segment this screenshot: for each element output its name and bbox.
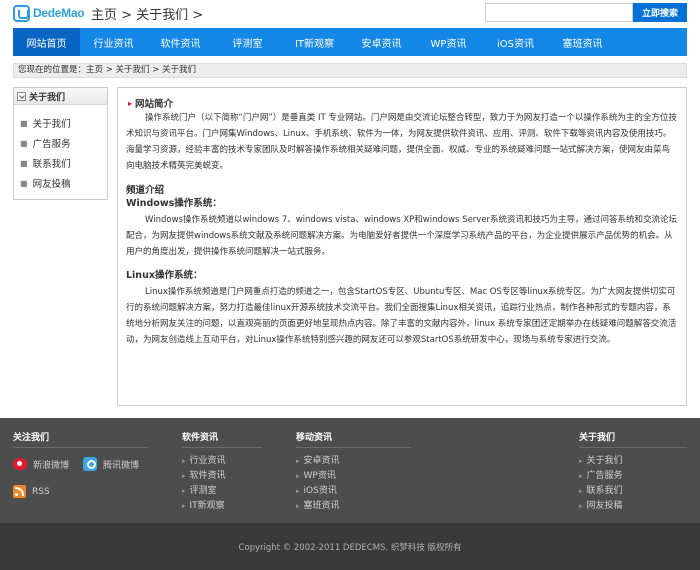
rss-link[interactable]: RSS	[13, 485, 148, 498]
footer-link[interactable]: ▸ WP资讯	[296, 469, 411, 484]
footer-link[interactable]: ▸ iOS资讯	[296, 484, 411, 499]
nav-item-review[interactable]: 评测室	[214, 28, 281, 56]
bullet-icon: ■	[20, 178, 28, 188]
sidebar-item-contact[interactable]: ■ 联系我们	[14, 153, 107, 173]
footer-mobile-title: 移动资讯	[296, 430, 411, 448]
bullet-icon: ■	[20, 138, 28, 148]
intro-paragraph: 操作系统门户（以下简称“门户网”）是垂直类 IT 专业网站。门户网是由交流论坛整…	[126, 113, 677, 171]
footer-about-title: 关于我们	[579, 430, 687, 448]
windows-heading: Windows操作系统：	[126, 198, 222, 209]
footer-link[interactable]: ▸ 行业资讯	[182, 454, 262, 469]
sidebar-item-label: 关于我们	[32, 119, 71, 130]
chevron-right-icon: ▸	[579, 472, 583, 480]
footer-link[interactable]: ▸ 关于我们	[579, 454, 687, 469]
weibo-icon	[13, 458, 27, 470]
nav-item-industry[interactable]: 行业资讯	[80, 28, 147, 56]
sidebar-item-submit[interactable]: ■ 网友投稿	[14, 173, 107, 193]
sidebar-list: ■ 关于我们 ■ 广告服务 ■ 联系我们 ■ 网友投稿	[14, 105, 107, 193]
bullet-icon: ■	[20, 118, 28, 128]
arrow-right-icon: ▸	[128, 98, 133, 108]
logo-icon	[13, 4, 30, 22]
chevron-right-icon: ▸	[182, 487, 186, 495]
footer-software-title: 软件资讯	[182, 430, 262, 448]
channel-heading: 频道介绍	[126, 185, 165, 196]
footer-software-list: ▸ 行业资讯 ▸ 软件资讯 ▸ 评测室 ▸ IT新观察	[182, 448, 262, 514]
sidebar-header: 关于我们	[14, 88, 107, 105]
footer-mobile-list: ▸ 安卓资讯 ▸ WP资讯 ▸ iOS资讯 ▸ 塞班资讯	[296, 448, 411, 514]
windows-paragraph: Windows操作系统频道以windows 7、windows vista、wi…	[126, 215, 678, 257]
search-box: 立即搜索	[485, 3, 687, 22]
sidebar-item-label: 广告服务	[32, 139, 71, 150]
sidebar-title: 关于我们	[29, 92, 66, 103]
footer-software: 软件资讯 ▸ 行业资讯 ▸ 软件资讯 ▸ 评测室 ▸ IT新观察	[182, 430, 262, 514]
chevron-right-icon: ▸	[182, 457, 186, 465]
chevron-right-icon: ▸	[579, 457, 583, 465]
footer-link[interactable]: ▸ 广告服务	[579, 469, 687, 484]
nav-item-symbian[interactable]: 塞班资讯	[549, 28, 616, 56]
footer-link[interactable]: ▸ 联系我们	[579, 484, 687, 499]
footer-follow: 关注我们 新浪微博 腾讯微博 RSS	[13, 430, 148, 498]
linux-paragraph: Linux操作系统频道是门户网重点打造的频道之一，包含StartOS专区、Ubu…	[126, 287, 677, 345]
main-content: ▸ 网站简介 操作系统门户（以下简称“门户网”）是垂直类 IT 专业网站。门户网…	[117, 87, 687, 406]
tencent-weibo-link[interactable]: 腾讯微博	[83, 457, 139, 471]
intro-title: 网站简介	[135, 99, 174, 110]
footer-follow-title: 关注我们	[13, 430, 148, 448]
chevron-right-icon: ▸	[182, 502, 186, 510]
sidebar: 关于我们 ■ 关于我们 ■ 广告服务 ■ 联系我们 ■ 网友投稿	[13, 87, 108, 200]
footer-about-list: ▸ 关于我们 ▸ 广告服务 ▸ 联系我们 ▸ 网友投稿	[579, 448, 687, 514]
footer-link[interactable]: ▸ 塞班资讯	[296, 499, 411, 514]
sidebar-item-label: 网友投稿	[32, 179, 71, 190]
nav-item-ios[interactable]: iOS资讯	[482, 28, 549, 56]
logo-text: DedeMao	[33, 6, 85, 20]
footer-link[interactable]: ▸ 网友投稿	[579, 499, 687, 514]
footer-about: 关于我们 ▸ 关于我们 ▸ 广告服务 ▸ 联系我们 ▸ 网友投稿	[579, 430, 687, 514]
sidebar-item-about[interactable]: ■ 关于我们	[14, 113, 107, 133]
bullet-icon: ■	[20, 158, 28, 168]
footer-link[interactable]: ▸ 安卓资讯	[296, 454, 411, 469]
tencent-icon	[83, 457, 98, 471]
footer-mobile: 移动资讯 ▸ 安卓资讯 ▸ WP资讯 ▸ iOS资讯 ▸ 塞班资讯	[296, 430, 411, 514]
sidebar-item-ads[interactable]: ■ 广告服务	[14, 133, 107, 153]
chevron-right-icon: ▸	[296, 472, 300, 480]
nav-item-android[interactable]: 安卓资讯	[348, 28, 415, 56]
footer-link[interactable]: ▸ IT新观察	[182, 499, 262, 514]
main-nav: 网站首页 行业资讯 软件资讯 评测室 IT新观察 安卓资讯 WP资讯 iOS资讯…	[13, 28, 687, 56]
collapse-icon	[17, 91, 26, 101]
nav-item-wp[interactable]: WP资讯	[415, 28, 482, 56]
rss-icon	[13, 485, 26, 498]
chevron-right-icon: ▸	[296, 502, 300, 510]
nav-item-it-observe[interactable]: IT新观察	[281, 28, 348, 56]
header: DedeMao 主页 > 关于我们 > 立即搜索	[0, 0, 700, 28]
chevron-right-icon: ▸	[296, 487, 300, 495]
chevron-right-icon: ▸	[579, 487, 583, 495]
sina-weibo-link[interactable]: 新浪微博	[13, 457, 69, 471]
nav-item-software[interactable]: 软件资讯	[147, 28, 214, 56]
footer: 关注我们 新浪微博 腾讯微博 RSS 软件资讯 ▸ 行业资讯 ▸ 软件资讯 ▸ 评测室…	[0, 418, 700, 570]
page-title: 主页 > 关于我们 >	[91, 8, 204, 23]
linux-heading: Linux操作系统：	[126, 270, 203, 281]
chevron-right-icon: ▸	[579, 502, 583, 510]
breadcrumb: 您现在的位置是：主页 > 关于我们 > 关于我们	[13, 63, 687, 78]
intro-heading: ▸ 网站简介	[128, 96, 678, 111]
footer-link[interactable]: ▸ 评测室	[182, 484, 262, 499]
sidebar-item-label: 联系我们	[32, 159, 71, 170]
chevron-right-icon: ▸	[296, 457, 300, 465]
copyright: Copyright © 2002-2011 DEDECMS. 织梦科技 版权所有	[0, 523, 700, 570]
chevron-right-icon: ▸	[182, 472, 186, 480]
footer-link[interactable]: ▸ 软件资讯	[182, 469, 262, 484]
search-button[interactable]: 立即搜索	[633, 3, 687, 22]
nav-item-home[interactable]: 网站首页	[13, 28, 80, 56]
site-logo[interactable]: DedeMao	[13, 3, 85, 23]
search-input[interactable]	[485, 3, 633, 22]
